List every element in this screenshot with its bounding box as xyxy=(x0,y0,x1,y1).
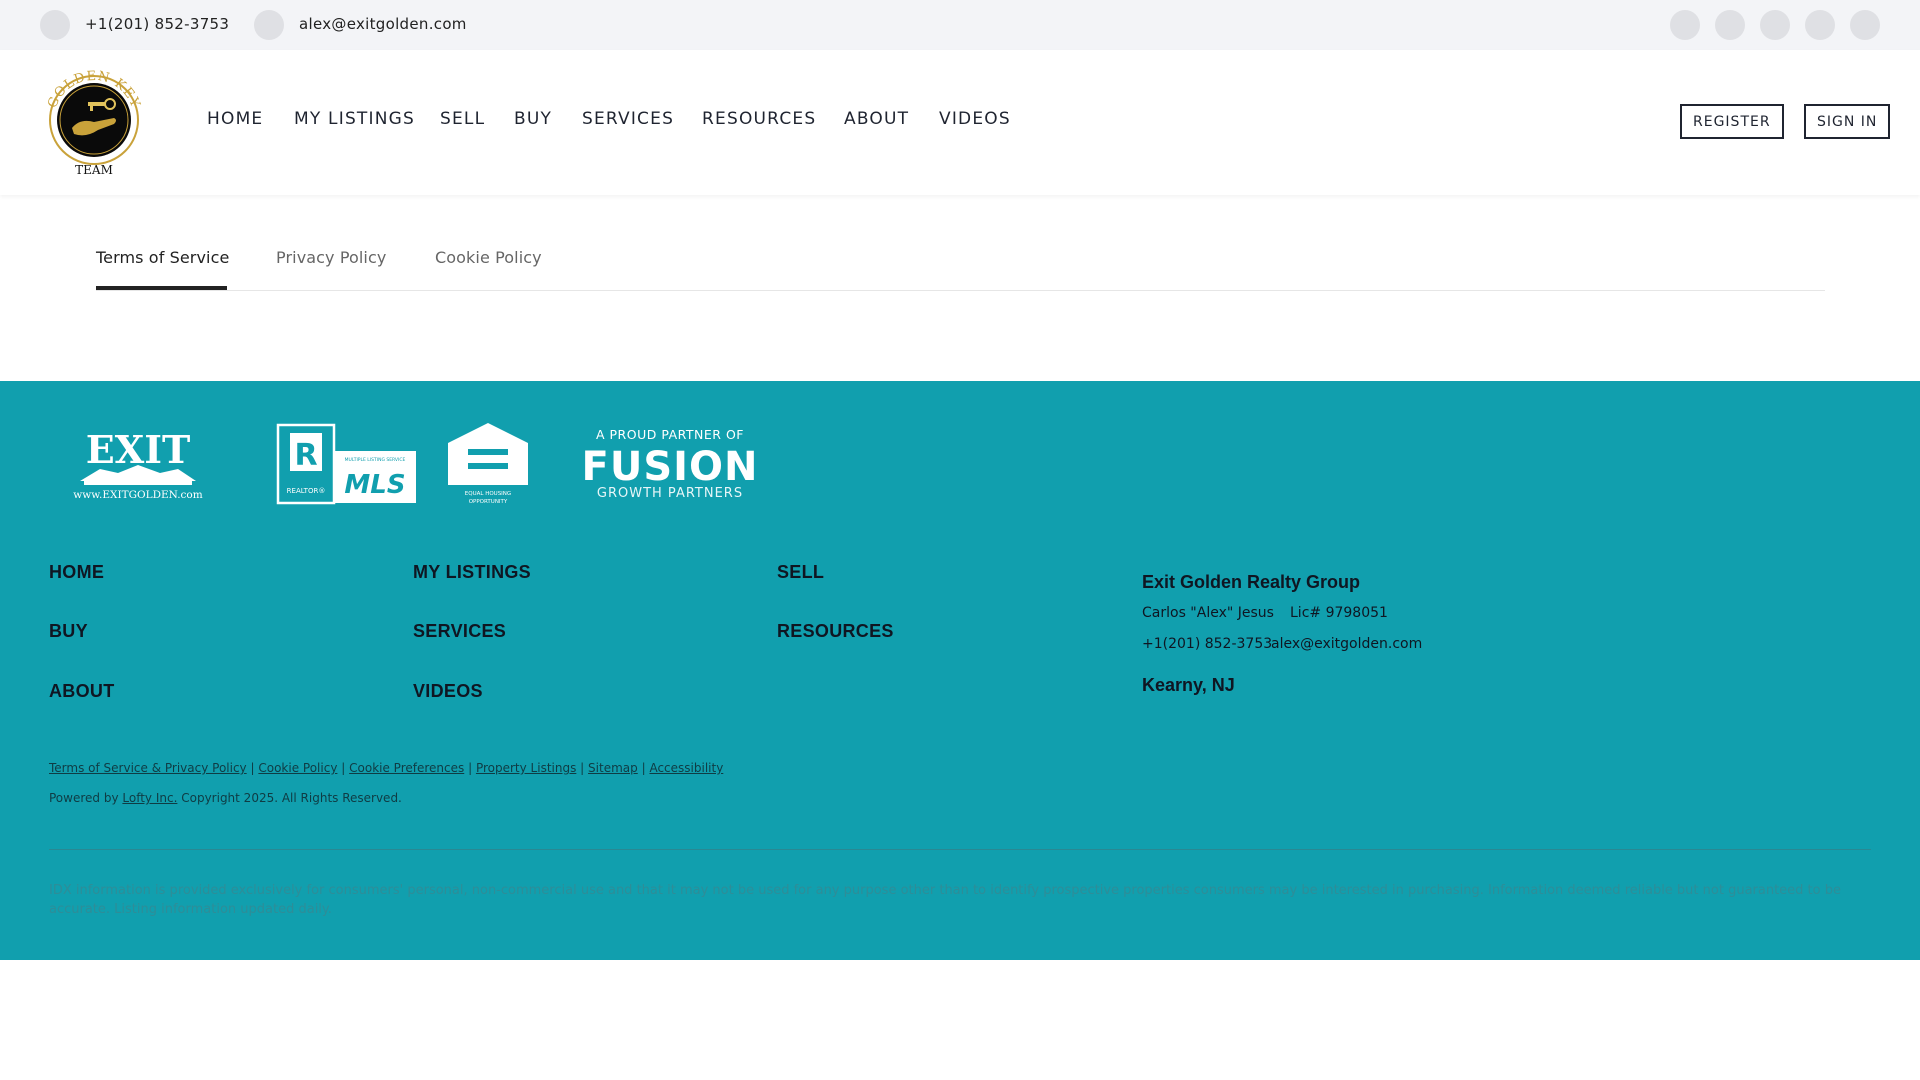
footer-nav-home[interactable]: HOME xyxy=(49,562,104,583)
fusion-line3: GROWTH PARTNERS xyxy=(597,486,743,501)
fusion-growth-partners-logo[interactable]: A PROUD PARTNER OF FUSION GROWTH PARTNER… xyxy=(582,425,758,501)
lofty-link[interactable]: Lofty Inc. xyxy=(122,791,177,805)
terms-privacy-link[interactable]: Terms of Service & Privacy Policy xyxy=(49,761,247,775)
realtor-mls-equal-housing-logos: R REALTOR® MULTIPLE LISTING SERVICE MLS … xyxy=(276,423,528,505)
fusion-line1: A PROUD PARTNER OF xyxy=(596,427,744,442)
tab-cookie-policy[interactable]: Cookie Policy xyxy=(435,248,542,267)
cookie-policy-link[interactable]: Cookie Policy xyxy=(258,761,337,775)
nav-sell[interactable]: SELL xyxy=(440,109,485,129)
svg-text:OPPORTUNITY: OPPORTUNITY xyxy=(469,499,508,505)
active-tab-indicator xyxy=(96,286,227,290)
company-name: Exit Golden Realty Group xyxy=(1142,572,1361,592)
copyright-text: Copyright 2025. All Rights Reserved. xyxy=(181,791,402,805)
nav-resources[interactable]: RESOURCES xyxy=(702,109,816,129)
legal-separator: | xyxy=(341,761,346,775)
powered-by: Powered by Lofty Inc. Copyright 2025. Al… xyxy=(49,791,402,805)
footer-divider xyxy=(49,849,1871,850)
footer-nav-about[interactable]: ABOUT xyxy=(49,681,115,702)
legal-separator: | xyxy=(580,761,585,775)
powered-prefix: Powered by xyxy=(49,791,119,805)
footer-nav-videos[interactable]: VIDEOS xyxy=(413,681,483,702)
linkedin-icon[interactable] xyxy=(1805,10,1835,40)
facebook-icon[interactable] xyxy=(1670,10,1700,40)
license-number: Lic# 9798051 xyxy=(1290,605,1388,621)
instagram-icon[interactable] xyxy=(1760,10,1790,40)
phone-icon xyxy=(40,10,70,40)
agent-name: Carlos "Alex" Jesus xyxy=(1142,605,1274,621)
footer-nav-services[interactable]: SERVICES xyxy=(413,621,506,642)
footer-nav-resources[interactable]: RESOURCES xyxy=(777,621,894,642)
accessibility-link[interactable]: Accessibility xyxy=(649,761,723,775)
mls-small-text: MULTIPLE LISTING SERVICE xyxy=(345,457,406,463)
svg-text:R: R xyxy=(294,438,317,473)
sitemap-link[interactable]: Sitemap xyxy=(588,761,638,775)
cookie-preferences-link[interactable]: Cookie Preferences xyxy=(349,761,464,775)
footer-nav-my-listings[interactable]: MY LISTINGS xyxy=(413,562,531,583)
legal-separator: | xyxy=(468,761,473,775)
sign-in-button[interactable]: SIGN IN xyxy=(1804,104,1891,139)
footer-nav-buy[interactable]: BUY xyxy=(49,621,88,642)
tab-privacy-policy[interactable]: Privacy Policy xyxy=(276,248,386,267)
logo-text-bottom: TEAM xyxy=(75,163,113,176)
svg-text:EQUAL HOUSING: EQUAL HOUSING xyxy=(465,491,511,497)
email-icon xyxy=(254,10,284,40)
property-listings-link[interactable]: Property Listings xyxy=(476,761,576,775)
policy-tabs: Terms of Service Privacy Policy Cookie P… xyxy=(96,232,1825,291)
golden-key-team-logo[interactable]: GOLDEN KEY TEAM xyxy=(40,62,148,176)
legal-separator: | xyxy=(641,761,646,775)
tab-terms-of-service[interactable]: Terms of Service xyxy=(96,248,229,267)
realtor-text: REALTOR® xyxy=(287,487,326,495)
fusion-line2: FUSION xyxy=(582,444,758,490)
nav-buy[interactable]: BUY xyxy=(514,109,552,129)
nav-about[interactable]: ABOUT xyxy=(844,109,909,129)
exit-realty-logo[interactable]: EXIT www.EXITGOLDEN.com xyxy=(60,429,216,503)
mls-text: MLS xyxy=(344,470,405,500)
nav-my-listings[interactable]: MY LISTINGS xyxy=(294,109,415,129)
top-email-link[interactable]: alex@exitgolden.com xyxy=(299,15,467,33)
footer-nav-sell[interactable]: SELL xyxy=(777,562,824,583)
site-footer: EXIT www.EXITGOLDEN.com R REALTOR® MULTI… xyxy=(0,381,1920,960)
footer-email-link[interactable]: alex@exitgolden.com xyxy=(1271,636,1422,652)
legal-links: Terms of Service & Privacy Policy | Cook… xyxy=(49,761,723,775)
register-button[interactable]: REGISTER xyxy=(1680,104,1784,139)
site-header: GOLDEN KEY TEAM HOME MY LISTINGS SELL BU… xyxy=(0,50,1920,195)
nav-services[interactable]: SERVICES xyxy=(582,109,674,129)
legal-separator: | xyxy=(250,761,255,775)
nav-home[interactable]: HOME xyxy=(207,109,263,129)
nav-videos[interactable]: VIDEOS xyxy=(939,109,1011,129)
youtube-icon[interactable] xyxy=(1850,10,1880,40)
office-location: Kearny, NJ xyxy=(1142,675,1235,695)
idx-disclaimer: IDX information is provided exclusively … xyxy=(49,883,1841,917)
twitter-icon[interactable] xyxy=(1715,10,1745,40)
footer-phone-link[interactable]: +1(201) 852-3753 xyxy=(1142,636,1272,652)
top-phone-link[interactable]: +1(201) 852-3753 xyxy=(85,15,229,33)
top-contact-bar: +1(201) 852-3753 alex@exitgolden.com xyxy=(0,0,1920,50)
exit-logo-url: www.EXITGOLDEN.com xyxy=(73,489,202,501)
